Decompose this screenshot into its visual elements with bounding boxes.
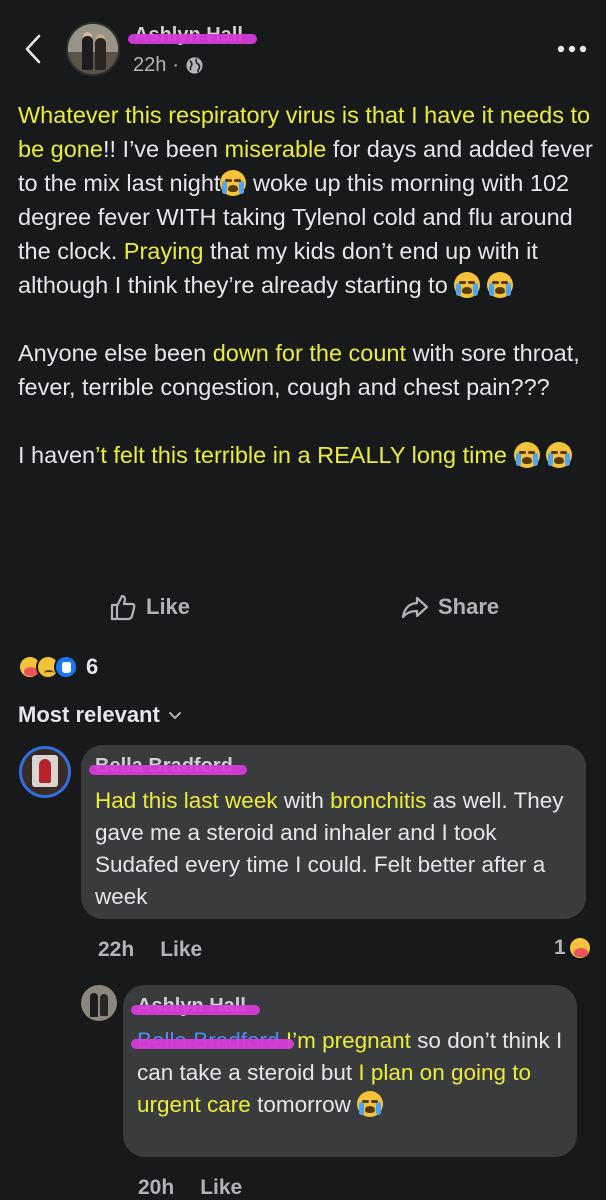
comment-reaction-count: 1 [554, 936, 566, 959]
reply-like-button[interactable]: Like [200, 1176, 242, 1200]
chevron-down-icon [168, 712, 181, 720]
post-actions: Like Share [0, 592, 606, 636]
reaction-summary[interactable]: 6 [18, 654, 98, 680]
highlighted-text: Had this last week [95, 788, 278, 813]
text-segment: tomorrow [250, 1092, 358, 1117]
post-paragraph-2: Anyone else been down for the count with… [18, 336, 598, 404]
comment-time[interactable]: 22h [98, 938, 134, 962]
share-arrow-icon [401, 596, 429, 619]
like-reaction-icon [54, 655, 78, 679]
reply-meta: 20h Like [138, 1176, 242, 1200]
highlighted-text: miserable [224, 136, 327, 162]
more-icon[interactable] [556, 44, 588, 54]
reply-author-name[interactable]: Ashlyn Hall [131, 995, 260, 1018]
sob-emoji [220, 170, 247, 196]
meta-separator: · [172, 54, 180, 76]
text-segment: with [277, 788, 331, 813]
reaction-count: 6 [86, 654, 99, 679]
comment-bubble: Bella Bradford Had this last week with b… [81, 745, 586, 919]
post-paragraph-3: I haven’t felt this terrible in a REALLY… [18, 438, 598, 472]
sob-emoji [486, 272, 513, 298]
sob-emoji [513, 442, 540, 468]
post-text: Whatever this respiratory virus is that … [18, 98, 598, 472]
comment-sort-dropdown[interactable]: Most relevant [18, 702, 182, 728]
reply-time[interactable]: 20h [138, 1176, 174, 1200]
reply-mention[interactable]: Bella Bradford [131, 1025, 294, 1057]
comment-like-button[interactable]: Like [160, 938, 202, 962]
text-segment: !! I’ve been [102, 136, 225, 162]
share-label: Share [438, 594, 500, 619]
post-time[interactable]: 22h [133, 54, 166, 77]
post-meta: 22h · [133, 54, 204, 77]
sob-emoji [546, 442, 573, 468]
like-label: Like [146, 594, 191, 619]
highlighted-text: down for the count [212, 340, 407, 366]
back-chevron-icon[interactable] [20, 32, 46, 66]
text-segment: I haven [18, 442, 96, 468]
sob-emoji [454, 272, 481, 298]
comment-reaction-summary[interactable]: 1 [554, 936, 592, 960]
comment-meta: 22h Like [98, 938, 202, 962]
sort-label: Most relevant [18, 702, 160, 727]
highlighted-text: Praying [123, 238, 204, 264]
reply-bubble: Ashlyn Hall Bella Bradford I’m pregnant … [123, 985, 577, 1157]
reply-text: Bella Bradford I’m pregnant so don’t thi… [131, 1025, 567, 1121]
like-thumb-icon [110, 594, 136, 621]
highlighted-text: I’m pregnant [279, 1028, 411, 1053]
author-avatar[interactable] [66, 22, 120, 76]
comment-text: Had this last week with bronchitis as we… [95, 785, 575, 913]
share-button[interactable]: Share [400, 592, 499, 622]
text-segment [480, 272, 487, 298]
highlighted-text: bronchitis [330, 788, 427, 813]
post-header: Ashlyn Hall 22h · [0, 0, 606, 96]
author-name[interactable]: Ashlyn Hall [128, 24, 257, 47]
post-paragraph-1: Whatever this respiratory virus is that … [18, 98, 598, 302]
reply-avatar[interactable] [81, 985, 117, 1021]
commenter-name[interactable]: Bella Bradford [89, 755, 247, 778]
globe-icon [186, 57, 203, 74]
sob-emoji [357, 1091, 384, 1117]
like-button[interactable]: Like [108, 592, 190, 622]
text-segment: Anyone else been [18, 340, 213, 366]
care-reaction-icon [567, 936, 592, 960]
highlighted-text: ’t felt this terrible in a REALLY long t… [95, 442, 514, 468]
commenter-avatar[interactable] [19, 746, 71, 798]
